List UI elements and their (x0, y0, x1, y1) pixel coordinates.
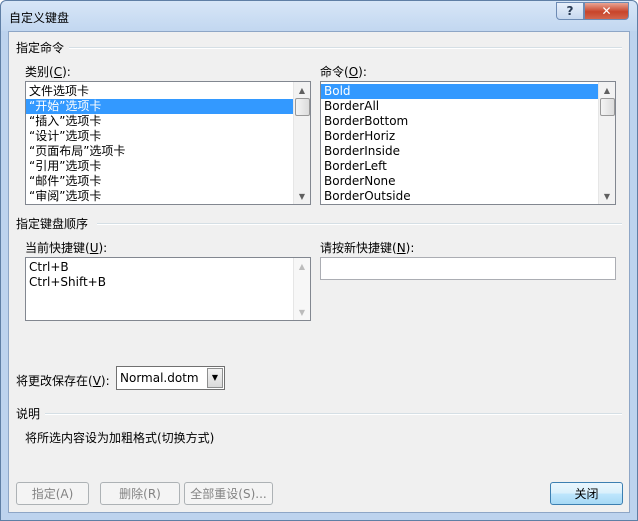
list-item[interactable]: BorderLeft (321, 159, 615, 174)
scroll-up-arrow-icon[interactable]: ▲ (599, 82, 615, 98)
description-label: 说明 (16, 407, 41, 421)
divider (45, 413, 622, 415)
save-in-dropdown[interactable]: Normal.dotm ▼ (116, 366, 225, 390)
list-item[interactable]: “页面布局”选项卡 (26, 144, 310, 159)
commands-list[interactable]: Bold BorderAll BorderBottom BorderHoriz … (320, 81, 616, 205)
list-item[interactable]: 文件选项卡 (26, 84, 310, 99)
reset-all-button[interactable]: 全部重设(S)... (184, 482, 273, 505)
customize-keyboard-dialog: 自定义键盘 ? ✕ 指定命令 类别(C): 文件选项卡 “开始”选项卡 “插入”… (0, 0, 638, 521)
scroll-down-arrow-icon[interactable]: ▼ (294, 304, 310, 320)
help-button[interactable]: ? (556, 2, 584, 20)
assign-button[interactable]: 指定(A) (16, 482, 89, 505)
list-item[interactable]: “插入”选项卡 (26, 114, 310, 129)
list-item[interactable]: “审阅”选项卡 (26, 189, 310, 204)
categories-label: 类别(C): (25, 65, 71, 79)
list-item[interactable]: Ctrl+B (26, 260, 310, 275)
list-item[interactable]: BorderBottom (321, 114, 615, 129)
dialog-title: 自定义键盘 (9, 11, 70, 25)
categories-list[interactable]: 文件选项卡 “开始”选项卡 “插入”选项卡 “设计”选项卡 “页面布局”选项卡 … (25, 81, 311, 205)
divider (97, 223, 622, 225)
keyboard-sequence-label: 指定键盘顺序 (16, 217, 89, 231)
current-keys-label: 当前快捷键(U): (25, 241, 108, 255)
list-item[interactable]: BorderOutside (321, 189, 615, 204)
list-item[interactable]: “引用”选项卡 (26, 159, 310, 174)
remove-button[interactable]: 删除(R) (100, 482, 180, 505)
list-item[interactable]: “设计”选项卡 (26, 129, 310, 144)
list-item[interactable]: “邮件”选项卡 (26, 174, 310, 189)
close-button[interactable]: 关闭 (550, 482, 623, 505)
list-item-selected[interactable]: “开始”选项卡 (26, 99, 310, 114)
save-in-value: Normal.dotm (120, 371, 199, 385)
save-in-label: 将更改保存在(V): (16, 374, 110, 388)
scroll-up-arrow-icon[interactable]: ▲ (294, 82, 310, 98)
scroll-up-arrow-icon[interactable]: ▲ (294, 258, 310, 274)
chevron-down-icon[interactable]: ▼ (207, 368, 223, 388)
categories-scrollbar[interactable]: ▲ ▼ (293, 82, 310, 204)
dialog-body: 指定命令 类别(C): 文件选项卡 “开始”选项卡 “插入”选项卡 “设计”选项… (8, 31, 630, 513)
list-item-selected[interactable]: Bold (321, 84, 615, 99)
list-item[interactable]: BorderAll (321, 99, 615, 114)
scroll-thumb[interactable] (295, 98, 310, 116)
specify-commands-label: 指定命令 (16, 41, 65, 55)
commands-scrollbar[interactable]: ▲ ▼ (598, 82, 615, 204)
commands-label: 命令(O): (320, 65, 367, 79)
list-item[interactable]: Ctrl+Shift+B (26, 275, 310, 290)
close-window-button[interactable]: ✕ (584, 2, 629, 20)
list-item[interactable]: BorderNone (321, 174, 615, 189)
title-bar[interactable]: 自定义键盘 ? ✕ (1, 1, 637, 31)
help-icon: ? (566, 4, 574, 18)
new-key-input[interactable] (320, 257, 616, 280)
list-item[interactable]: BorderInside (321, 144, 615, 159)
current-keys-scrollbar[interactable]: ▲ ▼ (293, 258, 310, 320)
current-keys-list[interactable]: Ctrl+B Ctrl+Shift+B ▲ ▼ (25, 257, 311, 321)
close-icon: ✕ (601, 4, 612, 18)
scroll-down-arrow-icon[interactable]: ▼ (294, 188, 310, 204)
new-key-label: 请按新快捷键(N): (320, 241, 415, 255)
scroll-thumb[interactable] (600, 98, 615, 116)
scroll-down-arrow-icon[interactable]: ▼ (599, 188, 615, 204)
divider (69, 47, 622, 49)
description-text: 将所选内容设为加粗格式(切换方式) (25, 431, 215, 445)
list-item[interactable]: BorderHoriz (321, 129, 615, 144)
